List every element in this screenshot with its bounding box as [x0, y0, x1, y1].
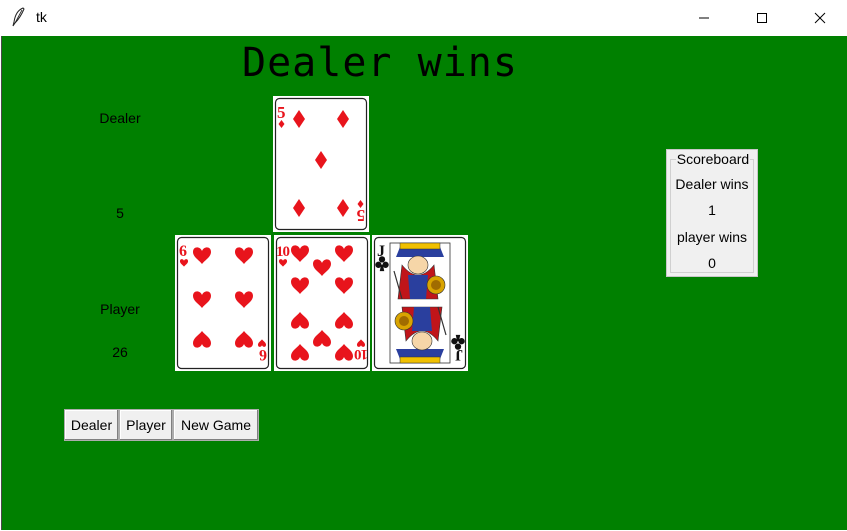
scoreboard-title-text: Scoreboard	[675, 151, 751, 167]
result-text: Dealer wins	[242, 40, 518, 86]
six-of-hearts-face: 6 6	[176, 236, 270, 370]
ten-of-hearts-face: 10 10	[275, 236, 369, 370]
minimize-icon	[699, 17, 709, 19]
dealer-button[interactable]: Dealer	[64, 409, 119, 441]
minimize-button[interactable]	[675, 0, 733, 36]
maximize-icon	[757, 13, 767, 23]
scoreboard-title: Scoreboard	[667, 151, 759, 167]
close-icon	[814, 12, 826, 24]
svg-text:6: 6	[259, 346, 267, 363]
maximize-button[interactable]	[733, 0, 791, 36]
player-card-six-of-hearts: 6 6	[175, 235, 271, 371]
game-table: Dealer wins Dealer 5 Player 26 5 5 6 6 1…	[1, 36, 847, 530]
svg-text:10: 10	[276, 244, 290, 260]
close-button[interactable]	[791, 0, 847, 36]
window-title: tk	[36, 9, 47, 25]
dealer-wins-count: 1	[708, 202, 716, 218]
new-game-button[interactable]: New Game	[173, 409, 259, 441]
tk-feather-icon	[12, 7, 25, 27]
dealer-card-five-of-diamonds: 5 5	[273, 96, 369, 232]
player-wins-count: 0	[708, 255, 716, 271]
player-card-ten-of-hearts: 10 10	[274, 235, 370, 371]
svg-text:5: 5	[277, 103, 286, 122]
player-wins-label: player wins	[676, 229, 748, 245]
five-of-diamonds-face: 5 5	[274, 97, 368, 231]
player-card-jack-of-clubs: J J	[372, 235, 468, 371]
svg-text:10: 10	[355, 346, 369, 362]
jack-of-clubs-face: J J	[373, 236, 467, 370]
player-button[interactable]: Player	[119, 409, 173, 441]
dealer-score: 5	[116, 205, 124, 221]
dealer-label: Dealer	[99, 110, 141, 126]
svg-text:6: 6	[179, 243, 187, 260]
dealer-wins-label: Dealer wins	[675, 176, 749, 192]
svg-text:5: 5	[357, 206, 366, 225]
player-label: Player	[100, 301, 140, 317]
window-titlebar: tk	[0, 0, 847, 36]
scoreboard-panel: Scoreboard Dealer wins 1 player wins 0	[666, 149, 758, 277]
player-score: 26	[112, 344, 128, 360]
